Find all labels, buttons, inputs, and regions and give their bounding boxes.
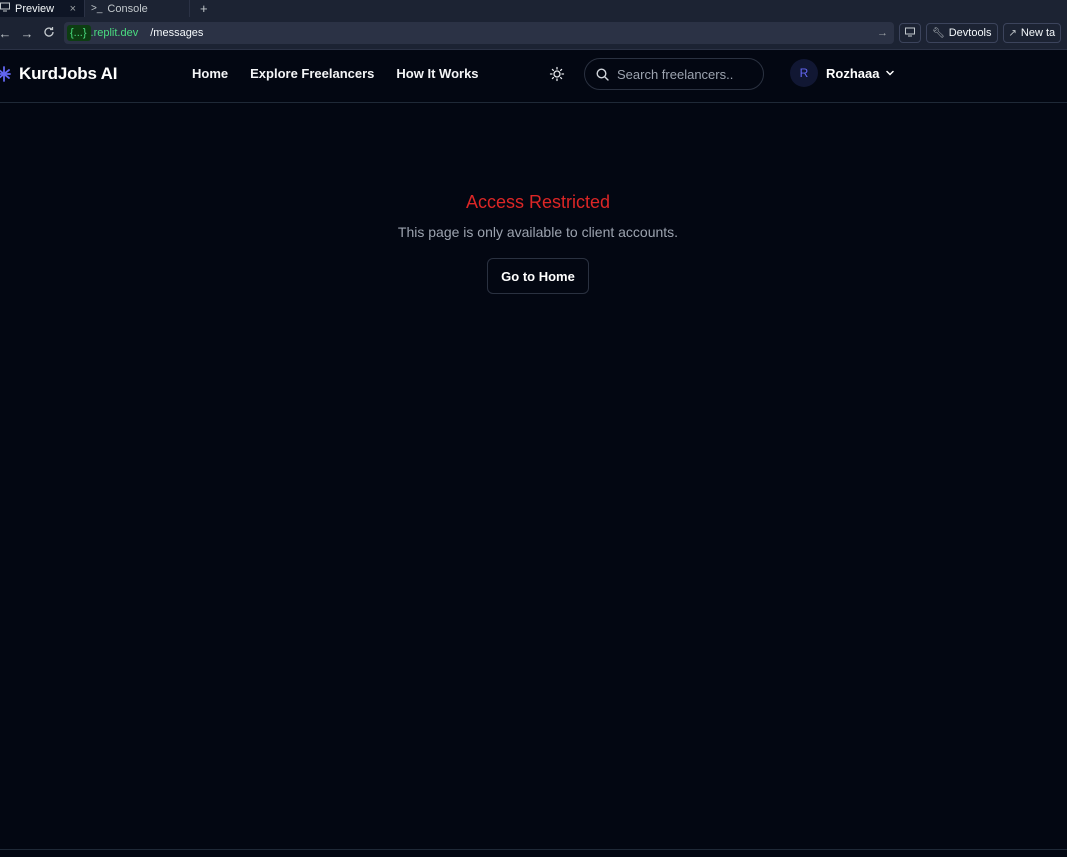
devtools-label: Devtools xyxy=(948,27,992,39)
devtools-button[interactable]: 🔧︎ Devtools xyxy=(926,23,998,43)
tab-bar: Preview × >_ Console + xyxy=(0,0,1067,17)
external-link-icon: ↗ xyxy=(1008,27,1017,39)
nav-explore-freelancers[interactable]: Explore Freelancers xyxy=(250,66,374,81)
nav-how-it-works[interactable]: How It Works xyxy=(396,66,478,81)
page-description: This page is only available to client ac… xyxy=(397,224,679,240)
url-field[interactable]: {...} .replit.dev /messages → xyxy=(64,22,894,44)
screen-button[interactable] xyxy=(899,23,921,43)
brand-name: KurdJobs AI xyxy=(19,64,118,83)
wrench-icon: 🔧︎ xyxy=(932,27,945,39)
main-content: Access Restricted This page is only avai… xyxy=(0,104,1067,849)
url-bar: ← → {...} .replit.dev /messages → 🔧︎ Dev… xyxy=(0,17,1067,50)
brand-icon xyxy=(0,66,11,82)
tab-console-label: Console xyxy=(107,2,148,15)
user-name: Rozhaaa xyxy=(826,65,880,81)
footer-divider xyxy=(0,849,1067,850)
page-title: Access Restricted xyxy=(465,192,611,212)
user-menu[interactable]: R Rozhaaa xyxy=(790,59,895,87)
search-box[interactable] xyxy=(584,58,764,90)
avatar: R xyxy=(790,59,818,87)
screen-icon xyxy=(905,27,915,40)
domain-suffix: .replit.dev xyxy=(90,27,139,39)
terminal-icon: >_ xyxy=(91,3,103,14)
search-input[interactable] xyxy=(617,66,747,82)
search-icon xyxy=(596,67,609,81)
brand-logo[interactable]: KurdJobs AI xyxy=(0,64,117,84)
new-tab-open-label: New ta xyxy=(1020,27,1056,39)
sun-icon[interactable] xyxy=(549,66,565,82)
new-tab-button[interactable]: + xyxy=(200,1,208,16)
monitor-icon xyxy=(0,2,10,15)
tab-preview[interactable]: Preview × xyxy=(0,0,85,17)
tab-console[interactable]: >_ Console xyxy=(85,0,190,17)
main-nav: Home Explore Freelancers How It Works xyxy=(192,66,501,81)
forward-arrow-icon[interactable]: → xyxy=(16,26,38,41)
refresh-icon[interactable] xyxy=(38,26,60,41)
nav-home[interactable]: Home xyxy=(192,66,228,81)
back-arrow-icon[interactable]: ← xyxy=(0,26,16,41)
masked-domain: {...} xyxy=(67,25,91,41)
close-tab-icon[interactable]: × xyxy=(70,3,76,15)
url-path: /messages xyxy=(150,27,204,39)
app-header: KurdJobs AI Home Explore Freelancers How… xyxy=(0,49,1067,103)
go-home-button[interactable]: Go to Home xyxy=(487,258,589,294)
chevron-down-icon xyxy=(886,70,895,76)
new-tab-open-button[interactable]: ↗ New ta xyxy=(1002,23,1062,43)
tab-preview-label: Preview xyxy=(15,2,55,15)
go-arrow-icon[interactable]: → xyxy=(877,27,888,39)
